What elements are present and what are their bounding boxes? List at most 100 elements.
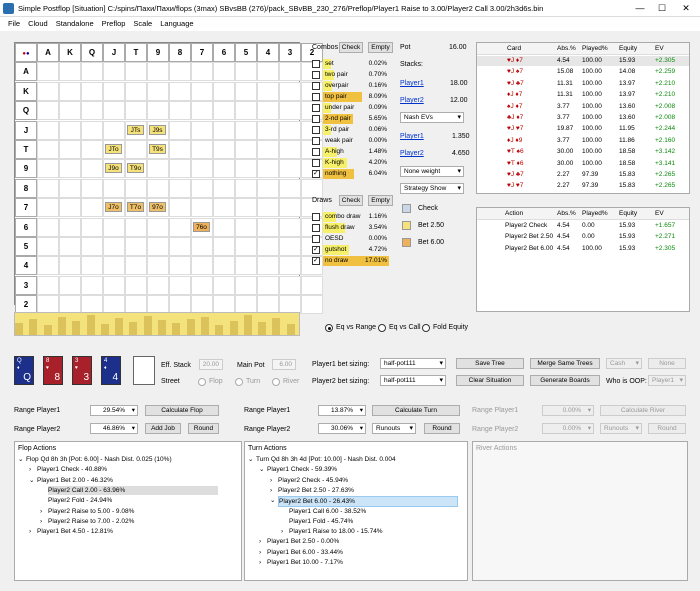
grid-cell[interactable]	[103, 256, 125, 276]
grid-cell[interactable]	[279, 159, 301, 179]
grid-row-header[interactable]: 3	[15, 275, 37, 295]
hands_table-row[interactable]: ♥J ♠7 15.08 100.00 14.08 +2.259	[477, 67, 689, 77]
grid-cell[interactable]	[81, 217, 103, 237]
grid-row-header[interactable]: 7	[15, 198, 37, 218]
grid-cell[interactable]	[147, 178, 169, 198]
draws-checkbox[interactable]	[312, 224, 320, 232]
hands_table-row[interactable]: ♦J ♦9 3.77 100.00 11.86 +2.160	[477, 136, 689, 146]
menu-cloud[interactable]: Cloud	[24, 17, 52, 31]
grid-cell[interactable]	[213, 217, 235, 237]
grid-row-header[interactable]: A	[15, 62, 37, 82]
grid-cell[interactable]	[81, 198, 103, 218]
grid-cell[interactable]	[279, 217, 301, 237]
grid-cell[interactable]	[59, 62, 81, 82]
hands_table-row[interactable]: ♥J ♥7 19.87 100.00 11.95 +2.244	[477, 124, 689, 134]
draws-checkbox[interactable]	[312, 245, 320, 254]
grid-cell[interactable]	[213, 140, 235, 159]
tree-node[interactable]: Player1 Bet 10.00 - 7.17%	[267, 558, 343, 567]
tree-node[interactable]: Player2 Raise to 7.00 - 2.02%	[48, 517, 134, 526]
cash-select[interactable]: Cash	[606, 358, 642, 369]
grid-cell[interactable]	[125, 62, 147, 82]
grid-cell[interactable]	[81, 237, 103, 256]
grid-row-header[interactable]: J	[15, 120, 37, 140]
grid-cell[interactable]	[81, 159, 103, 179]
grid-cell[interactable]	[37, 275, 59, 295]
grid-cell[interactable]	[191, 81, 213, 101]
grid-cell[interactable]	[301, 275, 323, 295]
draws-checkbox[interactable]	[312, 235, 320, 243]
grid-cell[interactable]	[191, 256, 213, 276]
grid-cell[interactable]	[37, 237, 59, 256]
expand-icon[interactable]: ›	[40, 517, 48, 526]
turn-actions-tree[interactable]: Turn Actions ⌄ Turn Qd 8h 3h 4d [Pot: 10.…	[244, 441, 468, 581]
calculate-flop-button[interactable]: Calculate Flop	[145, 405, 219, 416]
grid-cell[interactable]	[59, 120, 81, 140]
grid-cell[interactable]	[235, 178, 257, 198]
grid-cell[interactable]	[191, 120, 213, 140]
grid-cell[interactable]	[59, 178, 81, 198]
hand-cell[interactable]: 97o	[149, 202, 166, 213]
grid-cell[interactable]	[125, 101, 147, 121]
grid-cell[interactable]	[81, 256, 103, 276]
street-turn-radio[interactable]	[235, 378, 243, 386]
action-table[interactable]: Action Abs.% Played% Equity EV Player2 Check 4…	[476, 207, 690, 312]
minimize-button[interactable]: —	[630, 2, 650, 15]
hand-cell[interactable]: 76o	[193, 221, 210, 232]
grid-cell[interactable]	[59, 237, 81, 256]
river-actions-tree[interactable]: River Actions	[472, 441, 688, 581]
combos-checkbox[interactable]	[312, 82, 320, 90]
grid-cell[interactable]	[213, 62, 235, 82]
grid-cell[interactable]	[103, 237, 125, 256]
menu-preflop[interactable]: Preflop	[98, 17, 130, 31]
menu-standalone[interactable]: Standalone	[52, 17, 98, 31]
hands_table-row[interactable]: ♦J ♦7 11.31 100.00 13.97 +2.210	[477, 90, 689, 100]
grid-cell[interactable]	[279, 256, 301, 276]
turn-range-p2-select[interactable]: 30.06%	[318, 423, 366, 434]
expand-icon[interactable]: ›	[270, 476, 278, 485]
hands_table-row[interactable]: ♥T ♠6 30.00 100.00 18.58 +3.142	[477, 147, 689, 157]
grid-cell[interactable]	[213, 198, 235, 218]
player1-link[interactable]: Player1	[400, 80, 424, 87]
grid-cell[interactable]	[213, 275, 235, 295]
tree-node[interactable]: Player1 Bet 4.50 - 12.81%	[37, 527, 113, 536]
grid-cell[interactable]	[125, 140, 147, 159]
grid-cell[interactable]	[169, 256, 191, 276]
grid-cell[interactable]	[169, 120, 191, 140]
hand-cell[interactable]: T7o	[127, 202, 144, 213]
tree-node[interactable]: Player2 Raise to 5.00 - 9.08%	[48, 507, 134, 516]
river-runouts-select[interactable]: Runouts	[600, 423, 642, 434]
tree-node[interactable]: Player1 Fold - 45.74%	[289, 517, 353, 526]
combos-checkbox[interactable]	[312, 93, 320, 101]
hands_table-col-header[interactable]: Abs.%	[557, 43, 576, 55]
grid-cell[interactable]	[147, 275, 169, 295]
tree-node[interactable]: Player1 Bet 6.00 - 33.44%	[267, 548, 343, 557]
grid-cell[interactable]	[37, 120, 59, 140]
combos-checkbox[interactable]	[312, 126, 320, 134]
combos-check-button[interactable]: Check	[339, 42, 363, 53]
grid-cell[interactable]	[169, 159, 191, 179]
tree-node[interactable]: Player2 Call 2.00 - 63.96%	[48, 485, 218, 495]
tree-node[interactable]: Player2 Bet 2.50 - 27.63%	[278, 486, 354, 495]
flop-round-button[interactable]: Round	[188, 423, 219, 434]
turn-range-p1-select[interactable]: 13.87%	[318, 405, 366, 416]
grid-cell[interactable]	[103, 62, 125, 82]
grid-cell[interactable]	[191, 101, 213, 121]
runouts-select[interactable]: Runouts	[372, 423, 416, 434]
street-river-radio[interactable]	[272, 378, 280, 386]
combos-checkbox[interactable]	[312, 159, 320, 167]
combos-checkbox[interactable]	[312, 169, 320, 178]
grid-cell[interactable]	[147, 217, 169, 237]
grid-cell[interactable]	[279, 140, 301, 159]
turn-round-button[interactable]: Round	[424, 423, 460, 434]
tree-node[interactable]: Player2 Check - 45.94%	[278, 476, 348, 485]
grid-cell[interactable]	[257, 159, 279, 179]
hands_table-row[interactable]: ♥J ♣7 2.27 97.39 15.83 +2.265	[477, 170, 689, 180]
grid-cell[interactable]	[169, 81, 191, 101]
grid-cell[interactable]	[37, 101, 59, 121]
eq-vs-range-radio[interactable]	[325, 324, 333, 332]
p2-sizing-select[interactable]: half-pot111	[380, 375, 446, 386]
player2-link[interactable]: Player2	[400, 97, 424, 104]
grid-cell[interactable]	[191, 62, 213, 82]
grid-cell[interactable]	[235, 101, 257, 121]
grid-cell[interactable]	[257, 198, 279, 218]
